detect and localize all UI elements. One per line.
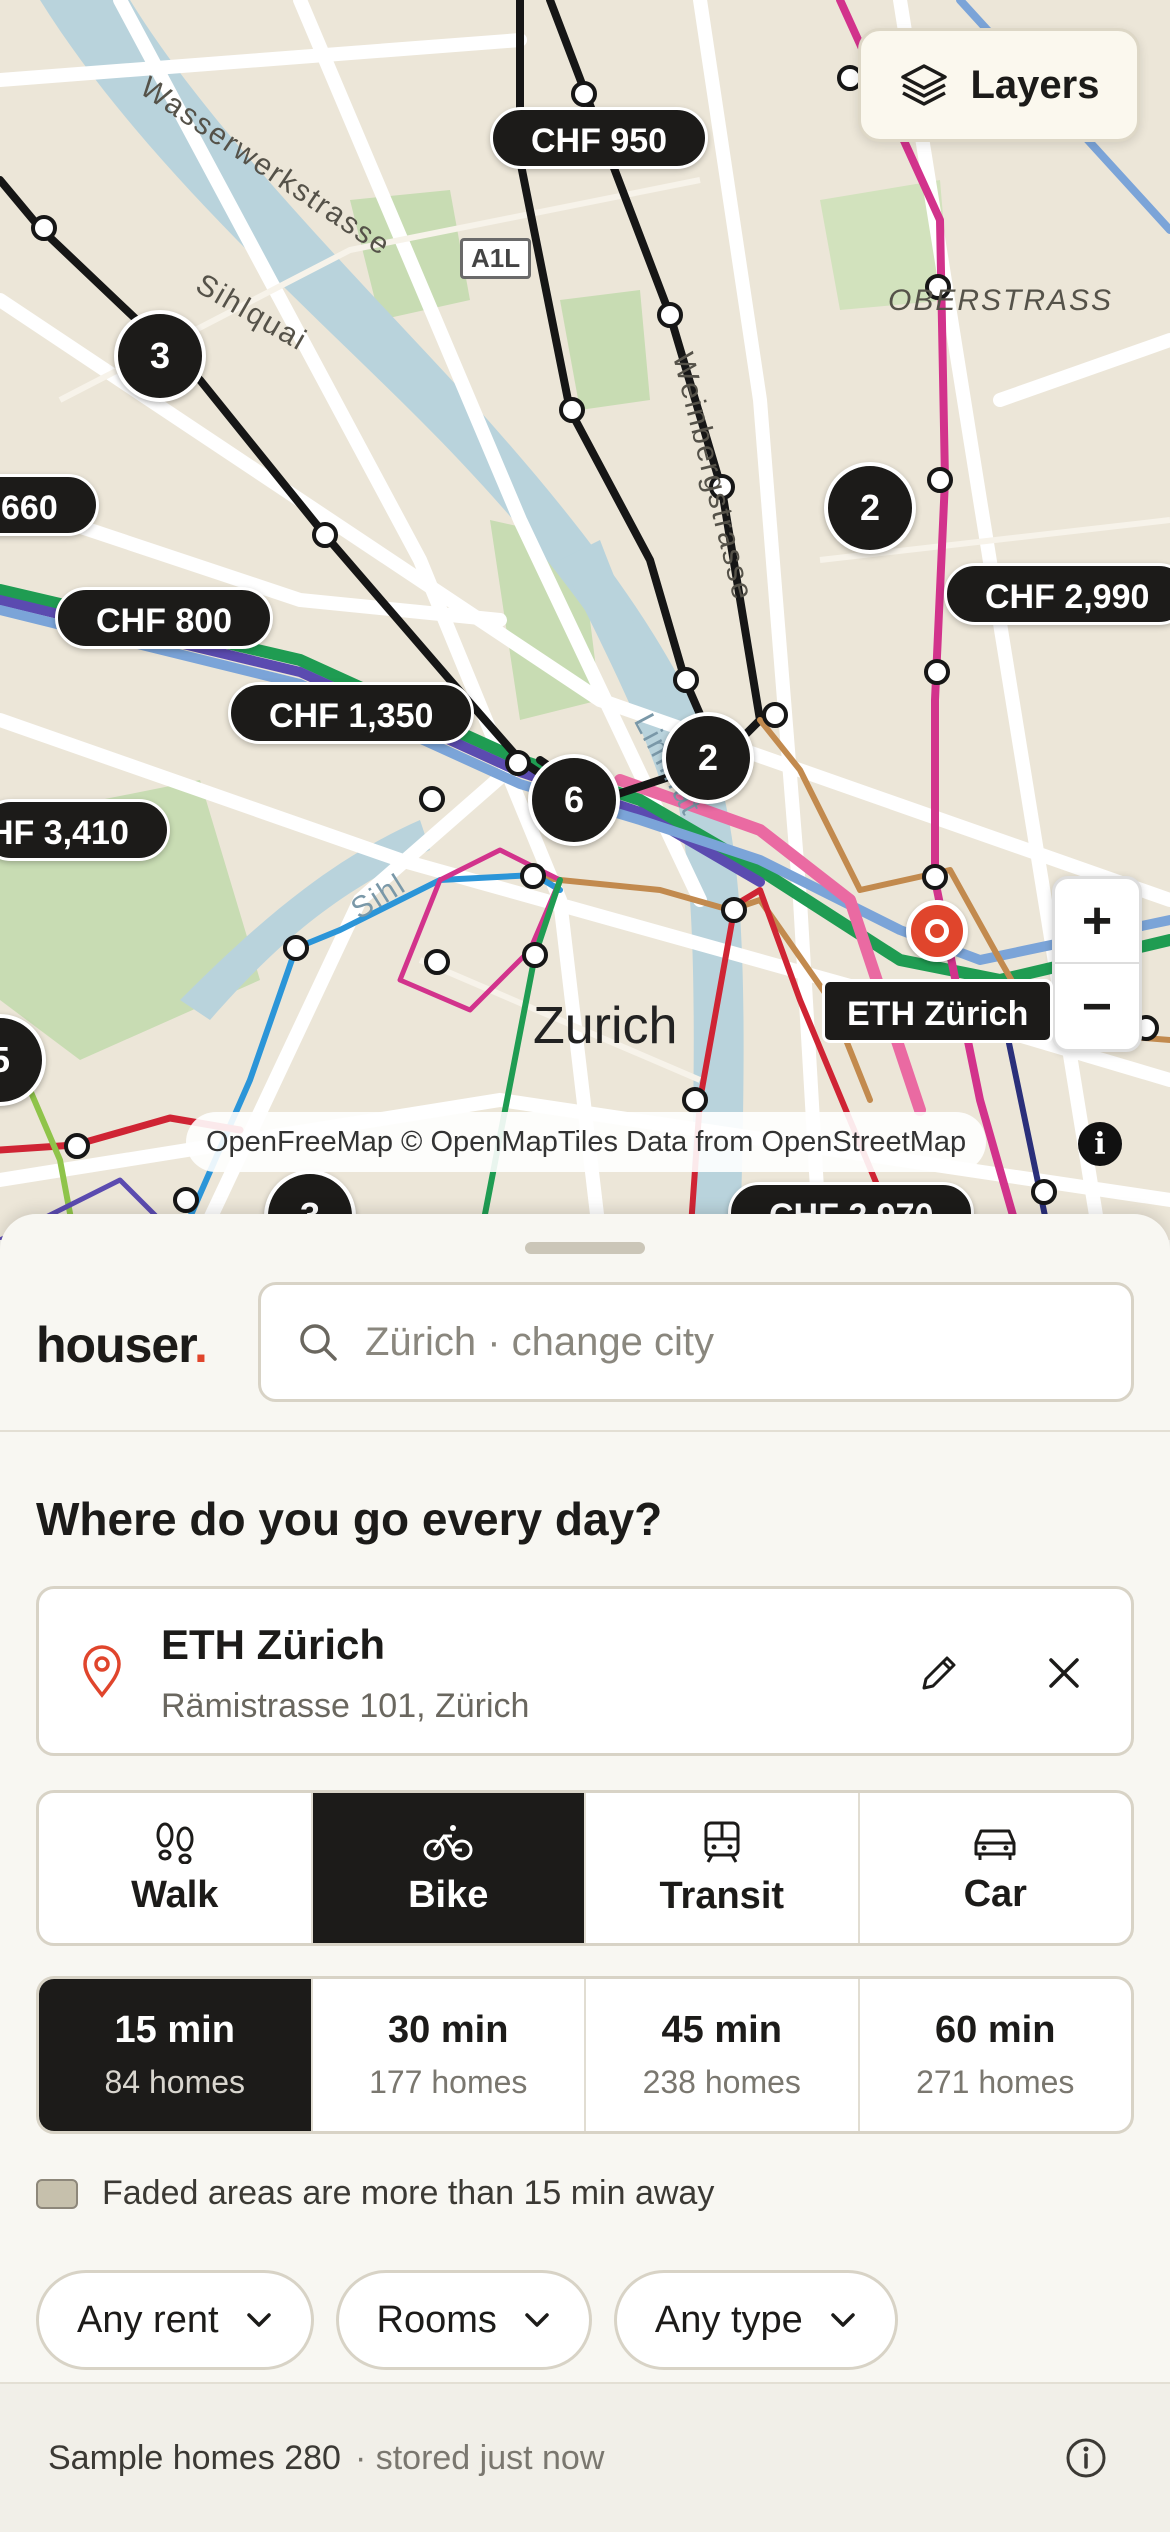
footer-bar: Sample homes 280 · stored just now (0, 2382, 1170, 2532)
mode-walk-button[interactable]: Walk (39, 1793, 313, 1943)
location-pin-icon (83, 1645, 121, 1698)
sheet-drag-handle[interactable] (525, 1242, 645, 1254)
map-info-icon[interactable]: i (1078, 1122, 1122, 1166)
time-45-button[interactable]: 45 min 238 homes (586, 1979, 860, 2131)
chevron-down-icon (831, 2313, 855, 2327)
close-icon (1049, 1658, 1079, 1688)
bike-icon (423, 1824, 473, 1860)
zoom-control: + − (1052, 876, 1142, 1052)
edit-destination-button[interactable] (909, 1643, 969, 1703)
destination-address: Rämistrasse 101, Zürich (161, 1687, 530, 1725)
travel-mode-selector: Walk Bike Transit Car (36, 1790, 1134, 1946)
search-icon (300, 1324, 337, 1361)
info-icon[interactable] (1064, 2436, 1108, 2480)
filter-type-label: Any type (654, 2298, 803, 2341)
filter-type-dropdown[interactable]: Any type (613, 2270, 898, 2370)
homes-count: 84 homes (104, 2064, 246, 2100)
filter-bar: Any rent Rooms Any type (36, 2270, 898, 2370)
price-pin[interactable]: CHF 1,350 (228, 682, 475, 744)
district-label-oberstrass: OBERSTRASS (888, 284, 1114, 317)
app-logo: houser. (36, 1317, 208, 1373)
mode-bike-label: Bike (408, 1873, 489, 1916)
homes-count: 238 homes (642, 2064, 801, 2100)
car-icon (974, 1829, 1016, 1860)
destination-card[interactable]: ETH Zürich Rämistrasse 101, Zürich (36, 1586, 1134, 1756)
price-pin[interactable]: CHF 950 (490, 107, 709, 169)
destination-map-label: ETH Zürich (822, 979, 1054, 1043)
city-label: Zurich (533, 997, 678, 1055)
destination-marker[interactable] (906, 900, 968, 962)
time-15-button[interactable]: 15 min 84 homes (39, 1979, 313, 2131)
time-label: 45 min (661, 2009, 782, 2051)
mode-transit-label: Transit (659, 1874, 785, 1917)
time-label: 60 min (935, 2009, 1056, 2051)
price-pin[interactable]: HF 3,410 (0, 799, 170, 861)
price-pin[interactable]: CHF 800 (55, 587, 274, 649)
homes-count: 271 homes (916, 2064, 1075, 2100)
pencil-icon (922, 1656, 956, 1690)
price-pin[interactable]: 660 (0, 474, 99, 536)
sample-homes-text: Sample homes 280 (48, 2438, 341, 2477)
cluster-marker[interactable]: 2 (662, 712, 754, 804)
mode-walk-label: Walk (131, 1873, 219, 1916)
chevron-down-icon (246, 2313, 271, 2327)
chevron-down-icon (525, 2313, 549, 2327)
faded-areas-legend: Faded areas are more than 15 min away (36, 2174, 714, 2213)
tram-icon (704, 1821, 740, 1863)
cluster-marker[interactable]: 3 (114, 310, 206, 402)
mode-car-label: Car (963, 1872, 1027, 1915)
map-attribution[interactable]: OpenFreeMap © OpenMapTiles Data from Ope… (186, 1112, 987, 1172)
filter-rent-label: Any rent (77, 2298, 219, 2341)
zoom-out-button[interactable]: − (1055, 964, 1139, 1049)
city-search-input[interactable]: Zürich · change city (258, 1282, 1134, 1402)
faded-note: Faded areas are more than 15 min away (102, 2174, 715, 2212)
mode-car-button[interactable]: Car (860, 1793, 1132, 1943)
layers-icon (900, 64, 947, 106)
travel-time-selector: 15 min 84 homes 30 min 177 homes 45 min … (36, 1976, 1134, 2134)
mode-bike-button[interactable]: Bike (312, 1793, 586, 1943)
time-label: 30 min (388, 2009, 509, 2051)
map-view[interactable]: Wasserwerkstrasse Sihlquai Weinbergstras… (0, 0, 1170, 1240)
filter-rooms-dropdown[interactable]: Rooms (335, 2270, 592, 2370)
search-placeholder: Zürich · change city (365, 1319, 715, 1364)
footprints-icon (156, 1822, 194, 1864)
road-shield: A1L (460, 238, 532, 279)
cluster-marker[interactable]: 2 (824, 462, 916, 554)
time-label: 15 min (114, 2009, 235, 2051)
time-30-button[interactable]: 30 min 177 homes (313, 1979, 586, 2131)
cluster-marker[interactable]: 6 (528, 754, 620, 846)
time-60-button[interactable]: 60 min 271 homes (860, 1979, 1132, 2131)
price-pin[interactable]: CHF 2,990 (944, 563, 1170, 625)
filter-rent-dropdown[interactable]: Any rent (36, 2270, 314, 2370)
mode-transit-button[interactable]: Transit (586, 1793, 860, 1943)
faded-swatch (36, 2178, 78, 2209)
clear-destination-button[interactable] (1034, 1643, 1094, 1703)
filter-rooms-label: Rooms (376, 2298, 497, 2341)
layers-label: Layers (970, 62, 1100, 107)
zoom-in-button[interactable]: + (1055, 879, 1139, 964)
bottom-sheet: houser. Zürich · change city Where do yo… (0, 1214, 1170, 2532)
layers-button[interactable]: Layers (858, 28, 1140, 142)
section-heading: Where do you go every day? (36, 1493, 663, 1545)
destination-name: ETH Zürich (161, 1621, 386, 1668)
stored-status-text: · stored just now (354, 2438, 605, 2477)
homes-count: 177 homes (369, 2064, 528, 2100)
divider (0, 1430, 1170, 1432)
